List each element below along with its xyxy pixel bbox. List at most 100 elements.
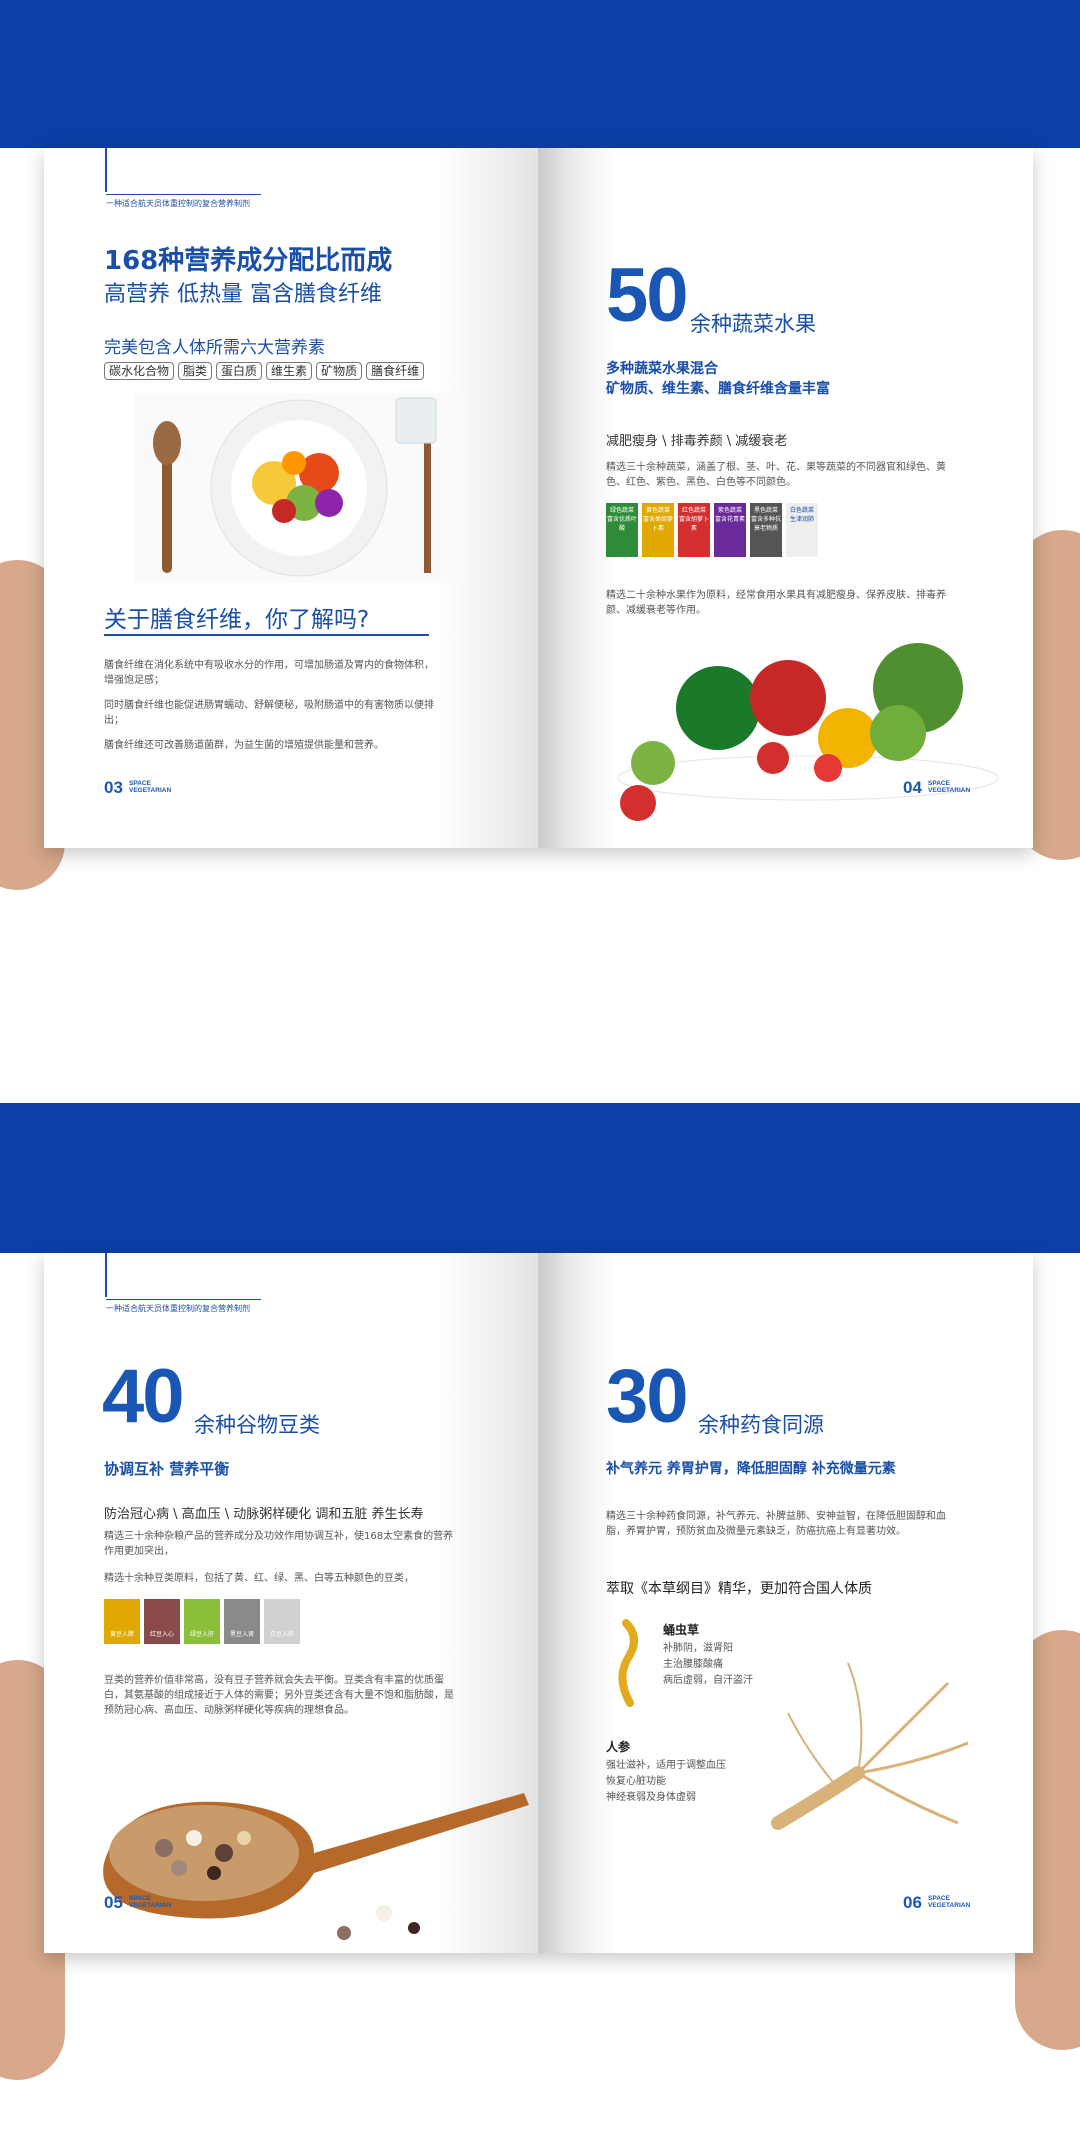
- organ-label: 红豆入心: [149, 1631, 174, 1638]
- swatch-text: 生津润肺: [789, 516, 814, 523]
- herb-2-desc-line: 神经衰弱及身体虚弱: [606, 1792, 696, 1803]
- nutrients-heading: 完美包含人体所需六大营养素: [104, 338, 325, 358]
- organ-label: 黑豆入肾: [229, 1631, 254, 1638]
- swatch-title: 黑色蔬菜: [753, 507, 778, 514]
- herbal-description: 精选三十余种药食同源，补气养元、补脾益肺、安神益智，在降低胆固醇和血脂，养胃护胃…: [606, 1511, 946, 1537]
- footer-label-line: SPACE: [928, 780, 950, 787]
- swatch-title: 白色蔬菜: [789, 507, 814, 514]
- header-rule: [105, 1253, 107, 1297]
- nutrient-tag: 膳食纤维: [366, 362, 425, 380]
- big-number-label: 余种谷物豆类: [194, 1413, 320, 1437]
- footer-label-line: VEGETARIAN: [129, 1902, 172, 1909]
- herb-1-name: 蛹虫草: [663, 1623, 700, 1637]
- footer-label-line: VEGETARIAN: [129, 787, 172, 794]
- running-head: 一种适合航天员体重控制的复合营养制剂: [106, 1299, 261, 1314]
- bean-organ-icons: 黄豆入脾 红豆入心 绿豆入肝 黑豆入肾 白豆入肺: [104, 1599, 324, 1649]
- fruit-description: 精选二十余种水果作为原料，经常食用水果具有减肥瘦身、保养皮肤、排毒养颜、减缓衰老…: [606, 590, 946, 616]
- fiber-paragraph-3: 膳食纤维还可改善肠道菌群，为益生菌的增殖提供能量和营养。: [104, 740, 384, 751]
- footer-label-line: SPACE: [928, 1895, 950, 1902]
- page-footer-label: SPACE VEGETARIAN: [928, 1895, 970, 1909]
- swatch-title: 紫色蔬菜: [717, 507, 742, 514]
- big-number: 30: [606, 1354, 689, 1439]
- swatch-white: 白色蔬菜 生津润肺: [786, 503, 818, 557]
- organ-label: 白豆入肺: [269, 1631, 294, 1638]
- bean-description: 精选十余种豆类原料，包括了黄、红、绿、黑、白等五种颜色的豆类，: [104, 1573, 414, 1584]
- big-number: 40: [102, 1354, 185, 1439]
- page-footer-label: SPACE VEGETARIAN: [928, 780, 970, 794]
- sub-heading-1: 多种蔬菜水果混合: [606, 361, 718, 377]
- color-swatches: 绿色蔬菜富含优质叶酸 黄色蔬菜富含类胡萝卜素 红色蔬菜富含胡萝卜素 紫色蔬菜富含…: [606, 503, 846, 557]
- page-06: 30 余种药食同源 补气养元 养胃护胃，降低胆固醇 补充微量元素 精选三十余种药…: [538, 1253, 1033, 1953]
- organ-label: 绿豆入肝: [189, 1631, 214, 1638]
- swatch-title: 红色蔬菜: [681, 507, 706, 514]
- swatch-text: 富含多种抗衰老物质: [750, 516, 781, 532]
- running-head: 一种适合航天员体重控制的复合营养制剂: [106, 194, 261, 209]
- page-number: 03: [104, 778, 123, 797]
- page-number: 04: [903, 778, 922, 797]
- nutrient-tag: 矿物质: [316, 362, 363, 380]
- sub-heading-2: 矿物质、维生素、膳食纤维含量丰富: [606, 381, 830, 397]
- big-number: 50: [606, 253, 689, 338]
- grain-description: 精选三十余种杂粮产品的营养成分及功效作用协调互补，使168太空素食的营养作用更加…: [104, 1531, 454, 1557]
- cordyceps-photo: [618, 1619, 638, 1707]
- grain-spoon-photo: [103, 1793, 529, 1940]
- page-05: 一种适合航天员体重控制的复合营养制剂 40 余种谷物豆类 协调互补 营养平衡 防…: [44, 1253, 538, 1953]
- swatch-red: 红色蔬菜富含胡萝卜素: [678, 503, 710, 557]
- nutrient-tag: 蛋白质: [216, 362, 263, 380]
- big-number-label: 余种蔬菜水果: [690, 312, 816, 336]
- organ-icon: 白豆入肺: [264, 1599, 300, 1644]
- benefits-line: 减肥瘦身 \ 排毒养颜 \ 减缓衰老: [606, 434, 788, 449]
- page-footer-label: SPACE VEGETARIAN: [129, 780, 171, 794]
- organ-icon: 黄豆入脾: [104, 1599, 140, 1644]
- herb-2-name: 人参: [606, 1740, 631, 1754]
- background-band-top: [0, 0, 1080, 148]
- fiber-paragraph-1: 膳食纤维在消化系统中有吸收水分的作用，可增加肠道及胃内的食物体积，增强饱足感；: [104, 660, 434, 686]
- highlight-line: 萃取《本草纲目》精华，更加符合国人体质: [606, 1581, 872, 1597]
- brochure-spread-1: 一种适合航天员体重控制的复合营养制剂 168种营养成分配比而成 高营养 低热量 …: [44, 148, 1033, 848]
- nutrient-tag: 碳水化合物: [104, 362, 175, 380]
- swatch-title: 绿色蔬菜: [609, 507, 634, 514]
- page-03: 一种适合航天员体重控制的复合营养制剂 168种营养成分配比而成 高营养 低热量 …: [44, 148, 538, 848]
- organ-icon: 绿豆入肝: [184, 1599, 220, 1644]
- swatch-text: 富含胡萝卜素: [678, 516, 709, 532]
- organ-icon: 红豆入心: [144, 1599, 180, 1644]
- organ-icon: 黑豆入肾: [224, 1599, 260, 1644]
- swatch-text: 富含类胡萝卜素: [642, 516, 673, 532]
- page-number: 06: [903, 1893, 922, 1912]
- swatch-black: 黑色蔬菜富含多种抗衰老物质: [750, 503, 782, 557]
- section-underline: [104, 634, 429, 636]
- page-04: 50 余种蔬菜水果 多种蔬菜水果混合 矿物质、维生素、膳食纤维含量丰富 减肥瘦身…: [538, 148, 1033, 848]
- subtitle: 补气养元 养胃护胃，降低胆固醇 补充微量元素: [606, 1461, 896, 1477]
- swatch-title: 黄色蔬菜: [645, 507, 670, 514]
- organ-label: 黄豆入脾: [109, 1631, 134, 1638]
- swatch-text: 富含优质叶酸: [606, 516, 637, 532]
- footer-label-line: VEGETARIAN: [928, 1902, 971, 1909]
- herb-1-desc-line: 主治腰膝酸痛: [663, 1659, 723, 1670]
- swatch-text: 富含花青素: [714, 516, 745, 523]
- swatch-green: 绿色蔬菜富含优质叶酸: [606, 503, 638, 557]
- benefits-line: 防治冠心病 \ 高血压 \ 动脉粥样硬化 调和五脏 养生长寿: [104, 1507, 424, 1522]
- salad-plate-photo: [134, 393, 464, 583]
- big-number-label: 余种药食同源: [698, 1413, 824, 1437]
- nutrient-tag: 脂类: [178, 362, 213, 380]
- page-subtitle: 高营养 低热量 富含膳食纤维: [104, 282, 382, 307]
- footer-label-line: SPACE: [129, 1895, 151, 1902]
- vegetable-description: 精选三十余种蔬菜，涵盖了根、茎、叶、花、果等蔬菜的不同器官和绿色、黄色、红色、紫…: [606, 462, 946, 488]
- ginseng-photo: [771, 1662, 969, 1830]
- herb-2-desc-line: 恢复心脏功能: [606, 1776, 666, 1787]
- subtitle: 协调互补 营养平衡: [104, 1460, 230, 1478]
- bean-value-paragraph: 豆类的营养价值非常高，没有豆子营养就会失去平衡。豆类含有丰富的优质蛋白，其氨基酸…: [104, 1675, 454, 1716]
- page-title: 168种营养成分配比而成: [104, 246, 393, 276]
- footer-label-line: SPACE: [129, 780, 151, 787]
- brochure-spread-2: 一种适合航天员体重控制的复合营养制剂 40 余种谷物豆类 协调互补 营养平衡 防…: [44, 1253, 1033, 1953]
- herb-2-desc-line: 强壮滋补，适用于调整血压: [606, 1760, 726, 1771]
- nutrient-tags: 碳水化合物 脂类 蛋白质 维生素 矿物质 膳食纤维: [104, 360, 428, 380]
- swatch-yellow: 黄色蔬菜富含类胡萝卜素: [642, 503, 674, 557]
- page-number: 05: [104, 1893, 123, 1912]
- swatch-purple: 紫色蔬菜 富含花青素: [714, 503, 746, 557]
- page-footer-label: SPACE VEGETARIAN: [129, 1895, 171, 1909]
- fiber-paragraph-2: 同时膳食纤维也能促进肠胃蠕动、舒解便秘，吸附肠道中的有害物质以便排出；: [104, 700, 434, 726]
- vegetable-bowl-photo: [617, 643, 999, 821]
- nutrient-tag: 维生素: [266, 362, 313, 380]
- background-band-bottom: [0, 1103, 1080, 1253]
